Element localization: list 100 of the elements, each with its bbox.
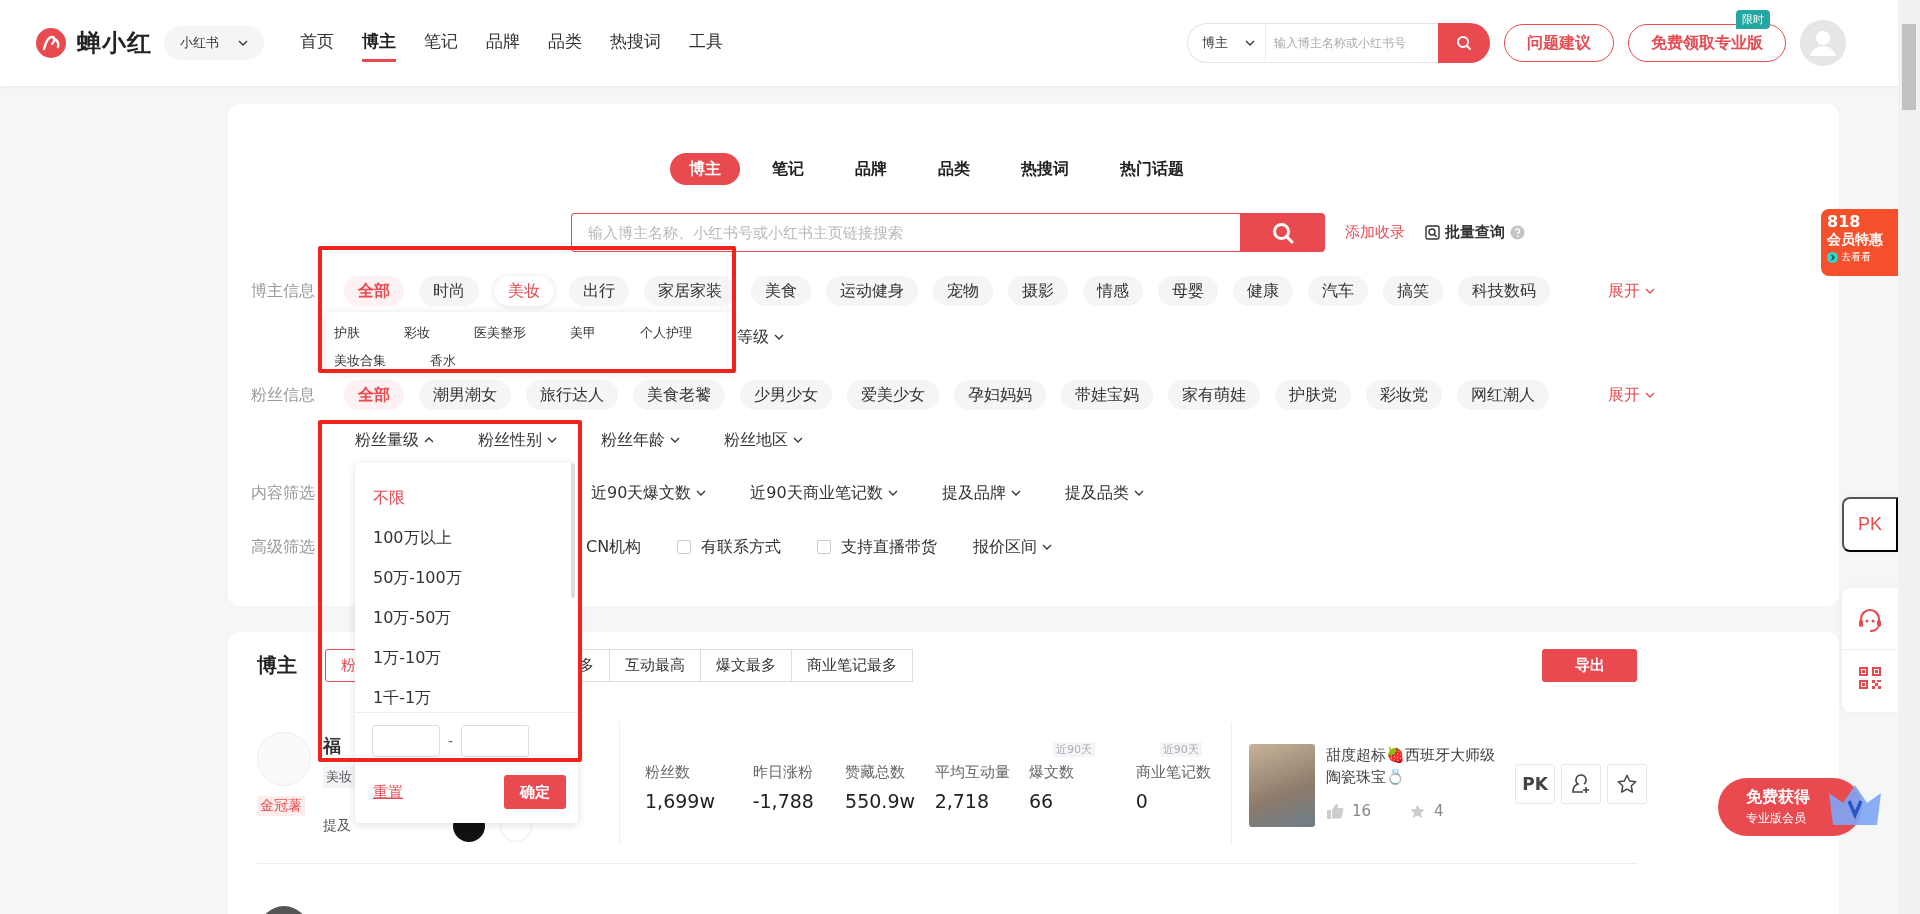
- checkbox-label[interactable]: 有联系方式: [701, 536, 782, 558]
- nav-link[interactable]: 热搜词: [610, 24, 661, 62]
- search-button[interactable]: [1438, 23, 1490, 63]
- menu-option[interactable]: 100万以上: [373, 525, 452, 565]
- chevron-down-icon: [1645, 288, 1655, 294]
- filter-dropdown[interactable]: 粉丝量级: [355, 429, 434, 451]
- pk-button[interactable]: PK: [1842, 497, 1898, 552]
- menu-item[interactable]: 美妆合集: [334, 352, 386, 370]
- platform-select[interactable]: 小红书: [164, 26, 264, 60]
- tag-filter[interactable]: 爱美少女: [847, 380, 939, 410]
- tag-filter[interactable]: 旅行达人: [526, 380, 618, 410]
- filter-dropdown[interactable]: 报价区间: [973, 536, 1053, 558]
- confirm-button[interactable]: 确定: [504, 775, 566, 809]
- menu-item[interactable]: 彩妆: [404, 324, 430, 342]
- min-input[interactable]: [372, 725, 440, 757]
- tag-filter[interactable]: 少男少女: [740, 380, 832, 410]
- tag-filter[interactable]: 情感: [1083, 276, 1143, 306]
- nav-link[interactable]: 博主: [362, 24, 396, 62]
- nav-link[interactable]: 首页: [300, 24, 334, 62]
- menu-option[interactable]: 50万-100万: [373, 565, 462, 605]
- batch-query-link[interactable]: 批量查询: [1445, 223, 1505, 242]
- stat-value: 0: [1135, 790, 1149, 812]
- expand-link[interactable]: 展开: [1608, 384, 1655, 406]
- header-button[interactable]: 问题建议: [1504, 24, 1614, 62]
- star-icon: [1616, 772, 1638, 795]
- tag-filter[interactable]: 彩妆党: [1366, 380, 1442, 410]
- category-tab[interactable]: 笔记: [753, 153, 823, 185]
- category-tab[interactable]: 博主: [670, 153, 740, 185]
- filter-dropdown[interactable]: 提及品牌: [941, 482, 1021, 504]
- checkbox[interactable]: [677, 540, 692, 554]
- note-title[interactable]: 甜度超标🍓西班牙大师级陶瓷珠宝💍: [1326, 744, 1506, 788]
- qr-code-icon[interactable]: [1858, 666, 1882, 690]
- stat-label: 平均互动量: [934, 763, 1011, 782]
- category-tab[interactable]: 热搜词: [1002, 153, 1088, 185]
- tag-filter[interactable]: 网红潮人: [1457, 380, 1549, 410]
- menu-option[interactable]: 不限: [373, 485, 405, 525]
- logo-icon: [35, 27, 67, 59]
- tag-filter[interactable]: 宠物: [933, 276, 993, 306]
- tag-filter[interactable]: 科技数码: [1458, 276, 1550, 306]
- nav-link[interactable]: 笔记: [424, 24, 458, 62]
- tag-filter[interactable]: 美妆: [494, 276, 554, 306]
- follow-button[interactable]: [1561, 763, 1601, 804]
- tag-filter[interactable]: 孕妇妈妈: [954, 380, 1046, 410]
- tag-filter[interactable]: 汽车: [1308, 276, 1368, 306]
- tag-filter[interactable]: 搞笑: [1383, 276, 1443, 306]
- pk-button[interactable]: PK: [1515, 763, 1555, 804]
- menu-item[interactable]: 医美整形: [474, 324, 526, 342]
- promo-title: 818: [1827, 213, 1862, 230]
- category-tab[interactable]: 热门话题: [1101, 153, 1203, 185]
- nav-link[interactable]: 品牌: [486, 24, 520, 62]
- filter-dropdown[interactable]: 粉丝年龄: [601, 429, 680, 451]
- menu-item[interactable]: 香水: [430, 352, 456, 370]
- menu-option[interactable]: 10万-50万: [373, 605, 452, 645]
- tag-filter[interactable]: 时尚: [419, 276, 479, 306]
- checkbox[interactable]: [817, 540, 832, 554]
- category-tab[interactable]: 品类: [919, 153, 989, 185]
- tag-filter[interactable]: 摄影: [1008, 276, 1068, 306]
- menu-option[interactable]: 1千-1万: [373, 685, 432, 725]
- add-link[interactable]: 添加收录: [1345, 223, 1405, 242]
- category-tab[interactable]: 品牌: [836, 153, 906, 185]
- tag-filter[interactable]: 护肤党: [1275, 380, 1351, 410]
- search-button[interactable]: [1240, 213, 1325, 252]
- sort-tab[interactable]: 互动最高: [609, 649, 701, 682]
- max-input[interactable]: [461, 725, 530, 757]
- tag-filter[interactable]: 健康: [1233, 276, 1293, 306]
- search-field[interactable]: 输入博主名称、小红书号或小红书主页链接搜索: [571, 213, 1240, 252]
- filter-dropdown[interactable]: 近90天爆文数: [591, 482, 707, 504]
- tag-filter[interactable]: 母婴: [1158, 276, 1218, 306]
- tag-filter[interactable]: 出行: [569, 276, 629, 306]
- menu-item[interactable]: 个人护理: [640, 324, 692, 342]
- sort-tab[interactable]: 商业笔记最多: [791, 649, 913, 682]
- menu-option[interactable]: 1万-10万: [373, 645, 442, 685]
- reset-link[interactable]: 重置: [373, 782, 403, 802]
- nav-link[interactable]: 品类: [548, 24, 582, 62]
- filter-dropdown[interactable]: 粉丝性别: [478, 429, 557, 451]
- checkbox-label[interactable]: 支持直播带货: [841, 536, 938, 558]
- tag-filter[interactable]: 潮男潮女: [419, 380, 511, 410]
- photo-placeholder[interactable]: [1249, 744, 1315, 827]
- tag-filter[interactable]: 运动健身: [826, 276, 918, 306]
- filter-dropdown[interactable]: 粉丝地区: [724, 429, 803, 451]
- header-button[interactable]: 免费领取专业版: [1628, 24, 1786, 62]
- period-badge: 近90天: [1159, 742, 1202, 757]
- filter-dropdown[interactable]: 近90天商业笔记数: [750, 482, 898, 504]
- menu-item[interactable]: 护肤: [334, 324, 360, 342]
- filter-label: 内容筛选: [251, 482, 316, 504]
- expand-link[interactable]: 展开: [1608, 280, 1655, 302]
- favorite-button[interactable]: [1607, 763, 1647, 804]
- tag-filter[interactable]: 带娃宝妈: [1061, 380, 1153, 410]
- tag-filter[interactable]: 美食老饕: [633, 380, 725, 410]
- filter-dropdown[interactable]: 提及品类: [1064, 482, 1144, 504]
- nav-link[interactable]: 工具: [689, 24, 723, 62]
- headset-icon[interactable]: [1857, 608, 1883, 632]
- export-button[interactable]: 导出: [1542, 649, 1637, 682]
- tag-filter[interactable]: 美食: [751, 276, 811, 306]
- filter-option[interactable]: CN机构: [586, 536, 642, 558]
- tag-filter[interactable]: 家有萌娃: [1168, 380, 1260, 410]
- filter-dropdown[interactable]: 等级: [737, 326, 784, 348]
- sort-tab[interactable]: 爆文最多: [700, 649, 792, 682]
- search-scope-select[interactable]: 博主: [1187, 23, 1266, 63]
- menu-item[interactable]: 美甲: [570, 324, 596, 342]
